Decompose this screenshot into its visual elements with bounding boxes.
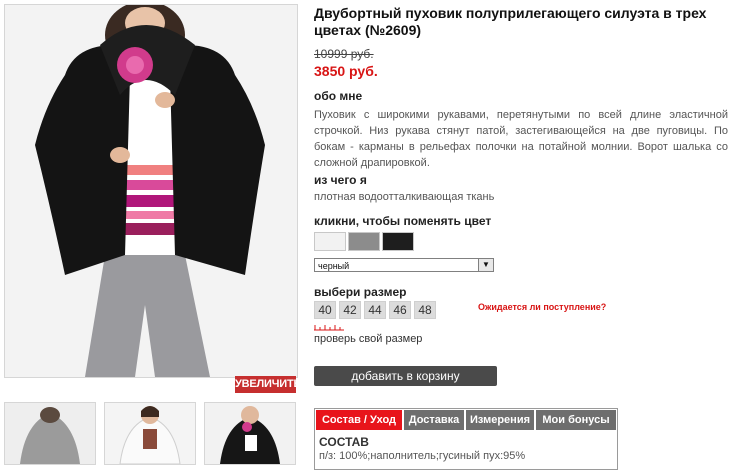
expected-arrival-link[interactable]: Ожидается ли поступление? — [478, 302, 606, 312]
zoom-button[interactable]: УВЕЛИЧИТЬ — [235, 376, 301, 393]
size-option-46[interactable]: 46 — [389, 301, 411, 319]
size-option-44[interactable]: 44 — [364, 301, 386, 319]
color-swatch-black[interactable] — [382, 232, 414, 251]
color-swatch-grey[interactable] — [348, 232, 380, 251]
model-photo-image — [5, 5, 297, 377]
thumbnail-image — [205, 403, 295, 464]
check-size-link[interactable]: проверь свой размер — [314, 333, 422, 345]
tab-measurements[interactable]: Измерения — [466, 410, 534, 430]
ruler-icon — [314, 325, 344, 331]
size-option-42[interactable]: 42 — [339, 301, 361, 319]
about-description: Пуховик с широкими рукавами, перетянутым… — [314, 109, 728, 169]
thumbnail-white-coat[interactable] — [104, 402, 196, 465]
add-to-cart-button[interactable]: добавить в корзину — [314, 366, 497, 386]
chevron-down-icon[interactable]: ▼ — [478, 259, 493, 271]
size-option-40[interactable]: 40 — [314, 301, 336, 319]
tab-delivery[interactable]: Доставка — [404, 410, 464, 430]
main-product-photo[interactable] — [4, 4, 298, 378]
old-price: 10999 руб. — [314, 47, 374, 61]
material-text: плотная водоотталкивающая ткань — [314, 191, 495, 203]
new-price: 3850 руб. — [314, 63, 378, 79]
size-option-48[interactable]: 48 — [414, 301, 436, 319]
color-heading: кликни, чтобы поменять цвет — [314, 214, 492, 228]
tab-my-bonuses[interactable]: Мои бонусы — [536, 410, 616, 430]
about-heading: обо мне — [314, 89, 363, 103]
product-title: Двубортный пуховик полуприлегающего силу… — [314, 5, 707, 38]
size-heading: выбери размер — [314, 285, 407, 299]
color-select[interactable]: черный ▼ — [314, 258, 494, 272]
thumbnail-grey-coat[interactable] — [4, 402, 96, 465]
tab-content-title: СОСТАВ — [319, 435, 369, 449]
tab-content-text: п/з: 100%;наполнитель;гусиный пух:95% — [319, 450, 526, 462]
thumbnail-image — [105, 403, 195, 464]
tab-composition-care[interactable]: Состав / Уход — [316, 410, 402, 430]
thumbnail-black-coat[interactable] — [204, 402, 296, 465]
thumbnail-image — [5, 403, 95, 464]
material-heading: из чего я — [314, 173, 367, 187]
color-swatch-white[interactable] — [314, 232, 346, 251]
info-tabs: Состав / Уход Доставка Измерения Мои бон… — [314, 408, 618, 470]
color-select-value: черный — [318, 261, 350, 271]
